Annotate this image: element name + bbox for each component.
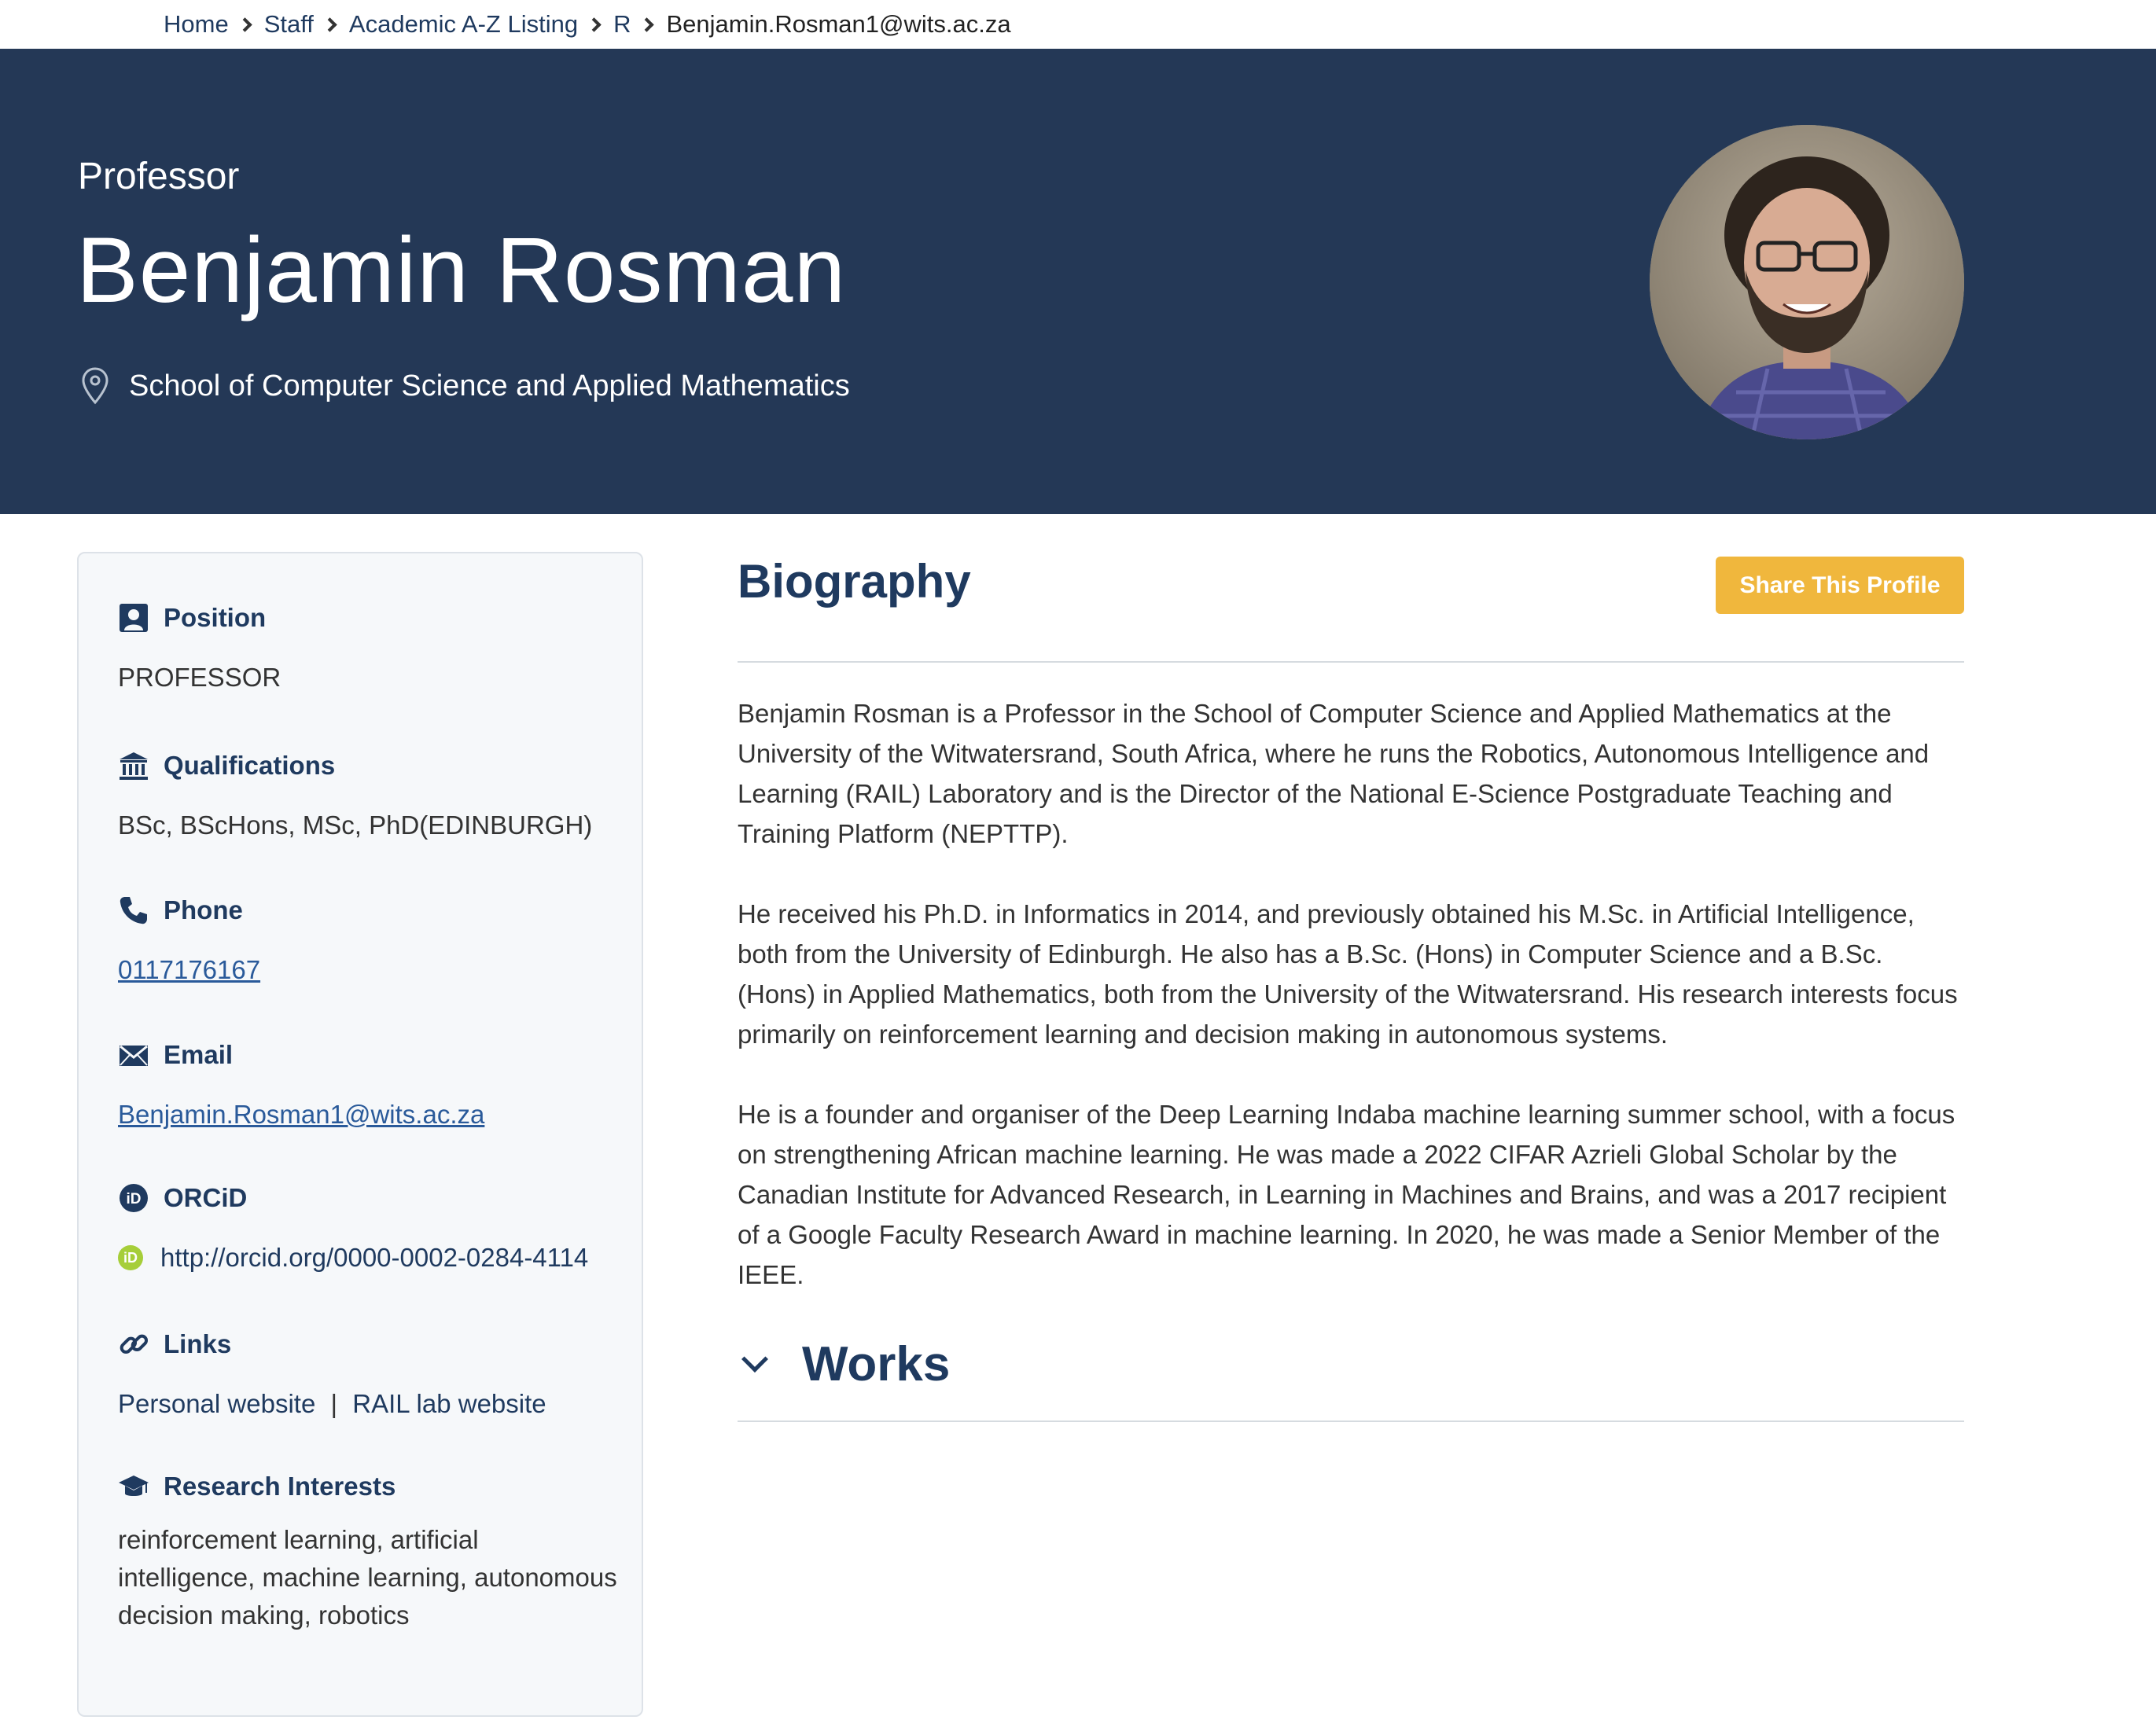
orcid-link[interactable]: http://orcid.org/0000-0002-0284-4114 bbox=[160, 1239, 588, 1277]
breadcrumb-current: Benjamin.Rosman1@wits.ac.za bbox=[666, 10, 1011, 38]
phone-link[interactable]: 0117176167 bbox=[118, 955, 260, 984]
qualifications-label: Qualifications bbox=[164, 751, 336, 780]
links-label: Links bbox=[164, 1329, 232, 1358]
profile-photo bbox=[1650, 125, 1964, 439]
institution-icon bbox=[120, 752, 148, 780]
email-label: Email bbox=[164, 1040, 234, 1069]
research-interests-value: reinforcement learning, artificial intel… bbox=[118, 1525, 617, 1630]
qualifications-value: BSc, BScHons, MSc, PhD(EDINBURGH) bbox=[118, 810, 593, 840]
chevron-right-icon bbox=[639, 17, 655, 32]
personal-website-link[interactable]: Personal website bbox=[118, 1389, 315, 1418]
orcid-label: ORCiD bbox=[164, 1183, 248, 1212]
chevron-right-icon bbox=[322, 17, 337, 32]
research-interests-label: Research Interests bbox=[164, 1472, 396, 1501]
biography-heading: Biography bbox=[738, 555, 971, 608]
share-profile-button[interactable]: Share This Profile bbox=[1716, 557, 1964, 614]
graduation-cap-icon bbox=[119, 1476, 149, 1496]
chevron-right-icon bbox=[237, 17, 252, 32]
biography-text: Benjamin Rosman is a Professor in the Sc… bbox=[738, 693, 1964, 1335]
breadcrumb-home[interactable]: Home bbox=[164, 10, 229, 39]
school-name: School of Computer Science and Applied M… bbox=[129, 369, 850, 402]
phone-icon bbox=[120, 897, 147, 924]
orcid-icon: iD bbox=[120, 1184, 148, 1212]
email-link[interactable]: Benjamin.Rosman1@wits.ac.za bbox=[118, 1100, 484, 1129]
breadcrumb-letter[interactable]: R bbox=[613, 10, 631, 39]
links-field: Links Personal website | RAIL lab websit… bbox=[118, 1329, 621, 1423]
breadcrumb-staff[interactable]: Staff bbox=[264, 10, 314, 39]
biography-divider bbox=[738, 661, 1964, 663]
profile-name: Benjamin Rosman bbox=[76, 219, 847, 322]
orcid-badge-icon: iD bbox=[118, 1245, 143, 1270]
phone-label: Phone bbox=[164, 895, 243, 924]
works-heading: Works bbox=[802, 1337, 951, 1391]
chevron-down-icon bbox=[741, 1345, 768, 1373]
biography-paragraph: He is a founder and organiser of the Dee… bbox=[738, 1100, 1955, 1289]
phone-field: Phone 0117176167 bbox=[118, 895, 621, 989]
location-pin-icon bbox=[82, 367, 109, 405]
research-interests-field: Research Interests reinforcement learnin… bbox=[118, 1471, 621, 1634]
profile-school: School of Computer Science and Applied M… bbox=[82, 367, 850, 405]
biography-paragraph: Benjamin Rosman is a Professor in the Sc… bbox=[738, 699, 1930, 848]
profile-role: Professor bbox=[78, 156, 240, 197]
qualifications-field: Qualifications BSc, BScHons, MSc, PhD(ED… bbox=[118, 750, 621, 844]
position-field: Position PROFESSOR bbox=[118, 602, 621, 696]
email-field: Email Benjamin.Rosman1@wits.ac.za bbox=[118, 1039, 621, 1134]
works-divider bbox=[738, 1420, 1964, 1422]
profile-hero: Professor Benjamin Rosman School of Comp… bbox=[0, 49, 2156, 514]
envelope-icon bbox=[120, 1045, 148, 1066]
works-toggle[interactable]: Works bbox=[738, 1336, 950, 1392]
orcid-field: iD ORCiD iD http://orcid.org/0000-0002-0… bbox=[118, 1182, 621, 1277]
avatar bbox=[1650, 125, 1964, 439]
chevron-right-icon bbox=[587, 17, 602, 32]
svg-text:iD: iD bbox=[127, 1191, 142, 1207]
position-label: Position bbox=[164, 603, 267, 632]
position-value: PROFESSOR bbox=[118, 663, 281, 692]
links-separator: | bbox=[330, 1389, 338, 1418]
rail-lab-website-link[interactable]: RAIL lab website bbox=[352, 1389, 546, 1418]
profile-details-card: Position PROFESSOR Qualifications BSc, B… bbox=[77, 552, 643, 1717]
biography-paragraph: He received his Ph.D. in Informatics in … bbox=[738, 899, 1958, 1049]
breadcrumb: Home Staff Academic A-Z Listing R Benjam… bbox=[164, 0, 1011, 49]
link-icon bbox=[120, 1334, 149, 1354]
person-badge-icon bbox=[120, 604, 148, 632]
breadcrumb-az-listing[interactable]: Academic A-Z Listing bbox=[349, 10, 578, 39]
